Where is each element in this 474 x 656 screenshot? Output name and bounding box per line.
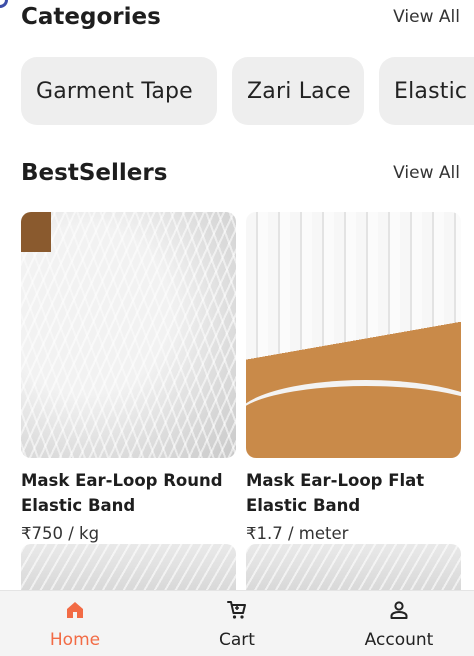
product-card[interactable]: Mask Ear-Loop Flat Elastic Band ₹1.7 / m… [246, 212, 461, 543]
product-image[interactable] [21, 212, 236, 458]
back-arc-icon[interactable] [0, 0, 8, 8]
category-chip-garment-tape[interactable]: Garment Tape [21, 57, 217, 125]
bottom-navigation: Home Cart Account [0, 590, 474, 656]
category-chip-elastic[interactable]: Elastic [379, 57, 474, 125]
nav-home[interactable]: Home [0, 598, 150, 650]
nav-home-label: Home [49, 629, 101, 650]
product-grid: Mask Ear-Loop Round Elastic Band ₹750 / … [21, 212, 461, 543]
bestsellers-view-all-link[interactable]: View All [393, 163, 460, 183]
nav-cart-label: Cart [219, 629, 255, 650]
product-price: ₹1.7 / meter [246, 524, 349, 543]
nav-cart[interactable]: Cart [162, 598, 312, 650]
product-name: Mask Ear-Loop Flat Elastic Band [246, 471, 425, 515]
nav-account-label: Account [364, 629, 434, 650]
product-name: Mask Ear-Loop Round Elastic Band [21, 471, 223, 515]
categories-title: Categories [21, 4, 161, 30]
product-card[interactable]: Mask Ear-Loop Round Elastic Band ₹750 / … [21, 212, 236, 543]
home-icon [67, 601, 83, 618]
account-icon [390, 600, 408, 619]
product-price: ₹750 / kg [21, 524, 100, 543]
category-chips: Garment Tape Zari Lace Elastic [21, 57, 474, 125]
categories-header: Categories View All [21, 0, 460, 34]
product-image[interactable] [246, 212, 461, 458]
bestsellers-title: BestSellers [21, 160, 168, 186]
nav-account[interactable]: Account [324, 598, 474, 650]
category-chip-zari-lace[interactable]: Zari Lace [232, 57, 364, 125]
screen: Categories View All Garment Tape Zari La… [0, 0, 474, 656]
categories-view-all-link[interactable]: View All [393, 7, 460, 27]
cart-icon [227, 600, 246, 619]
bestsellers-header: BestSellers View All [21, 156, 460, 190]
